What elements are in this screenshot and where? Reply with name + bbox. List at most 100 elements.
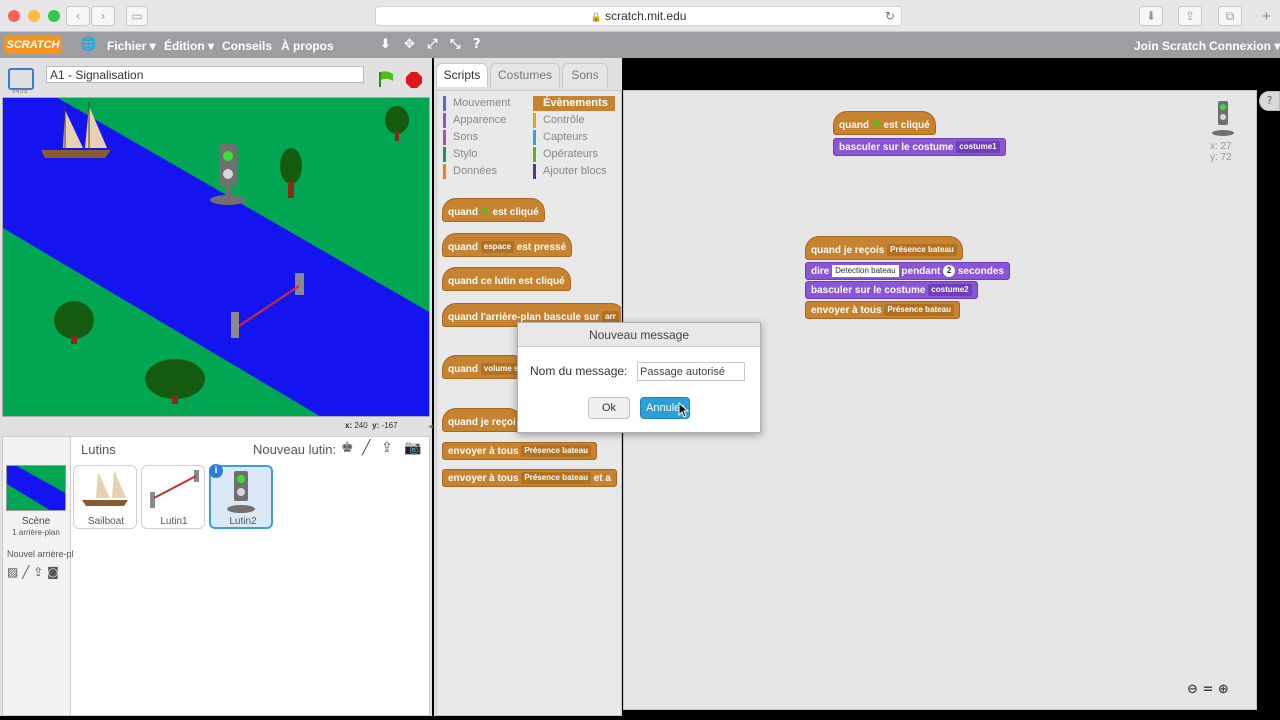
block-when-loudness[interactable]: quand volume s xyxy=(442,355,528,379)
category-more-blocks[interactable]: Ajouter blocs xyxy=(533,164,615,179)
script-switch-costume-1[interactable]: basculer sur le costume costume1 xyxy=(833,138,1006,156)
back-button[interactable]: ‹ xyxy=(66,6,90,26)
tips-help-icon[interactable]: ? xyxy=(1259,91,1280,111)
script-say-for-secs[interactable]: dire Detection bateau pendant 2 secondes xyxy=(805,262,1010,280)
green-flag-icon[interactable] xyxy=(377,70,395,88)
script-broadcast[interactable]: envoyer à tous Présence bateau xyxy=(805,301,960,319)
tabs-overview-icon[interactable]: ⧉ xyxy=(1218,6,1242,26)
green-flag-icon: ⚑ xyxy=(480,207,490,218)
scene-label: Scène xyxy=(21,516,51,527)
stage-y-value: -167 xyxy=(381,421,398,430)
paint-backdrop-icon[interactable]: ╱ xyxy=(22,565,29,579)
script-when-i-receive[interactable]: quand je reçois Présence bateau xyxy=(805,236,963,260)
sprite-y-readout: y: 72 xyxy=(1210,152,1232,163)
scene-backdrop-count: 1 arrière-plan xyxy=(12,528,60,537)
stage-y-label: y: xyxy=(372,421,380,430)
version-label: v453 xyxy=(12,88,28,95)
menu-file[interactable]: Fichier ▾ xyxy=(107,39,156,53)
block-when-i-receive[interactable]: quand je reçoi xyxy=(442,408,522,432)
scratch-menu-bar: SCRATCH 🌐 Fichier ▾ Édition ▾ Conseils À… xyxy=(0,32,1280,58)
sprite-info-icon[interactable]: i xyxy=(209,464,223,478)
reload-icon[interactable]: ↻ xyxy=(885,7,895,26)
shrink-icon[interactable]: ⤡ xyxy=(450,37,460,52)
dialog-title: Nouveau message xyxy=(518,323,760,347)
new-tab-icon[interactable]: + xyxy=(1262,8,1271,25)
cut-icon[interactable]: ✥ xyxy=(404,37,415,52)
category-looks[interactable]: Apparence xyxy=(443,113,529,128)
category-motion[interactable]: Mouvement xyxy=(443,96,529,111)
stage-x-value: 240 xyxy=(354,421,368,430)
stage-thumbnail[interactable] xyxy=(6,465,66,511)
category-control[interactable]: Contrôle xyxy=(533,113,615,128)
category-events[interactable]: Évènements xyxy=(533,96,615,111)
tab-scripts[interactable]: Scripts xyxy=(436,63,488,87)
mouse-cursor-icon xyxy=(678,401,690,423)
presentation-mode-icon[interactable] xyxy=(8,68,34,90)
ok-button[interactable]: Ok xyxy=(588,397,630,419)
zoom-reset-icon[interactable]: = xyxy=(1202,682,1213,697)
share-icon[interactable]: ⇪ xyxy=(1178,6,1202,26)
help-icon[interactable]: ? xyxy=(473,37,481,52)
grow-icon[interactable]: ⤢ xyxy=(427,37,437,52)
upload-backdrop-icon[interactable]: ⇪ xyxy=(33,565,43,579)
green-flag-icon: ⚑ xyxy=(871,120,881,131)
language-globe-icon[interactable]: 🌐 xyxy=(80,37,96,52)
category-data[interactable]: Données xyxy=(443,164,529,179)
new-sprite-label: Nouveau lutin: xyxy=(253,442,337,457)
forward-button[interactable]: › xyxy=(91,6,115,26)
minimize-window-button[interactable] xyxy=(28,10,40,22)
close-window-button[interactable] xyxy=(8,10,20,22)
scratch-logo[interactable]: SCRATCH xyxy=(4,36,62,54)
paint-sprite-icon[interactable]: ╱ xyxy=(362,440,370,456)
zoom-in-icon[interactable]: ⊕ xyxy=(1218,682,1229,697)
block-broadcast-and-wait[interactable]: envoyer à tous Présence bateau et a xyxy=(442,469,617,487)
project-title-input[interactable] xyxy=(46,66,364,83)
zoom-out-icon[interactable]: ⊖ xyxy=(1187,682,1198,697)
join-scratch-link[interactable]: Join Scratch xyxy=(1134,39,1206,53)
downloads-icon[interactable]: ⬇ xyxy=(1139,6,1163,26)
backdrop-library-icon[interactable]: ▨ xyxy=(7,565,18,579)
zoom-window-button[interactable] xyxy=(48,10,60,22)
script-when-flag-clicked[interactable]: quand ⚑ est cliqué xyxy=(833,111,936,135)
sprite-thumb-lutin1[interactable]: Lutin1 xyxy=(141,465,205,529)
category-sound[interactable]: Sons xyxy=(443,130,529,145)
lock-icon: 🔒 xyxy=(590,12,602,22)
block-when-flag-clicked[interactable]: quand ⚑ est cliqué xyxy=(442,198,545,222)
stage[interactable] xyxy=(2,97,430,417)
stop-icon[interactable] xyxy=(405,71,423,89)
script-switch-costume-2[interactable]: basculer sur le costume costume2 xyxy=(805,281,978,299)
sprites-header: Lutins xyxy=(81,442,116,457)
menu-tips[interactable]: Conseils xyxy=(222,39,272,53)
stage-x-label: x: xyxy=(345,421,353,430)
stage-scene xyxy=(3,98,429,416)
menu-edit[interactable]: Édition ▾ xyxy=(164,39,214,53)
menu-about[interactable]: À propos xyxy=(281,39,334,53)
sprite-thumb-sailboat[interactable]: Sailboat xyxy=(73,465,137,529)
category-operators[interactable]: Opérateurs xyxy=(533,147,615,162)
sprite-pane: Lutins Nouveau lutin: ♚ ╱ ⇪ 📷 Scène 1 ar… xyxy=(2,436,430,716)
sprite-x-readout: x: 27 xyxy=(1210,141,1232,152)
camera-backdrop-icon[interactable]: ◙ xyxy=(47,565,59,579)
new-backdrop-label: Nouvel arrière-pl xyxy=(7,549,74,559)
tab-sounds[interactable]: Sons xyxy=(562,63,608,87)
sign-in-link[interactable]: Connexion ▾ xyxy=(1209,39,1280,53)
block-when-sprite-clicked[interactable]: quand ce lutin est cliqué xyxy=(442,267,571,291)
sprite-library-icon[interactable]: ♚ xyxy=(341,440,354,456)
block-broadcast[interactable]: envoyer à tous Présence bateau xyxy=(442,442,597,460)
camera-sprite-icon[interactable]: 📷 xyxy=(404,440,421,456)
sprite-name: Sailboat xyxy=(87,516,125,527)
url-text: scratch.mit.edu xyxy=(605,9,687,23)
address-bar[interactable]: 🔒 scratch.mit.edu ↻ xyxy=(375,6,902,26)
tab-costumes[interactable]: Costumes xyxy=(490,63,560,87)
message-name-input[interactable] xyxy=(637,362,745,381)
category-sensing[interactable]: Capteurs xyxy=(533,130,615,145)
sprite-name: Lutin1 xyxy=(160,516,188,527)
current-sprite-icon xyxy=(1210,101,1236,142)
block-when-key-pressed[interactable]: quand espace est pressé xyxy=(442,233,573,257)
message-name-label: Nom du message: xyxy=(530,364,628,378)
duplicate-icon[interactable]: ⬇ xyxy=(380,37,391,52)
upload-sprite-icon[interactable]: ⇪ xyxy=(381,440,393,456)
category-pen[interactable]: Stylo xyxy=(443,147,529,162)
collapse-arrow-icon[interactable]: ◂ xyxy=(428,421,433,432)
sidebar-icon[interactable]: ▭ xyxy=(126,6,148,26)
